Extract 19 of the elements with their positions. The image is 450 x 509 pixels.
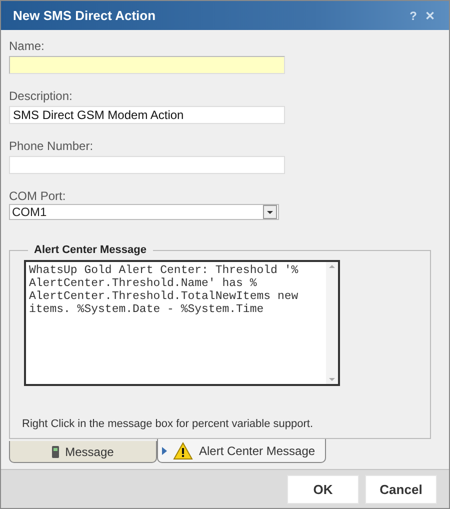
- message-box[interactable]: WhatsUp Gold Alert Center: Threshold '% AlertCenter.Threshold.Name' has % AlertCenter.Threshold.TotalNewItems new items. %System.Date - %System.Time: [24, 260, 340, 386]
- field-label: COM Port:: [9, 190, 67, 203]
- hint-text: Right Click in the message box for percent variable support.: [22, 418, 314, 430]
- field-label: Name:: [9, 40, 46, 53]
- dropdown-field[interactable]: COM1: [9, 204, 279, 220]
- text-field[interactable]: [9, 156, 285, 174]
- tab[interactable]: Alert Center Message: [157, 439, 326, 463]
- phone-icon: [52, 446, 60, 458]
- text-field[interactable]: SMS Direct GSM Modem Action: [9, 106, 285, 124]
- window-title: New SMS Direct Action: [13, 8, 157, 23]
- field-label: Description:: [9, 90, 74, 103]
- field-label: Phone Number:: [9, 140, 94, 153]
- pointer-icon: [162, 446, 167, 454]
- warning-icon: [173, 442, 193, 460]
- dialog-button[interactable]: OK: [287, 474, 359, 504]
- group-title: Alert Center Message: [33, 244, 148, 256]
- text-field[interactable]: [9, 56, 285, 74]
- dialog-button[interactable]: Cancel: [365, 474, 437, 504]
- tab[interactable]: Message: [9, 441, 157, 463]
